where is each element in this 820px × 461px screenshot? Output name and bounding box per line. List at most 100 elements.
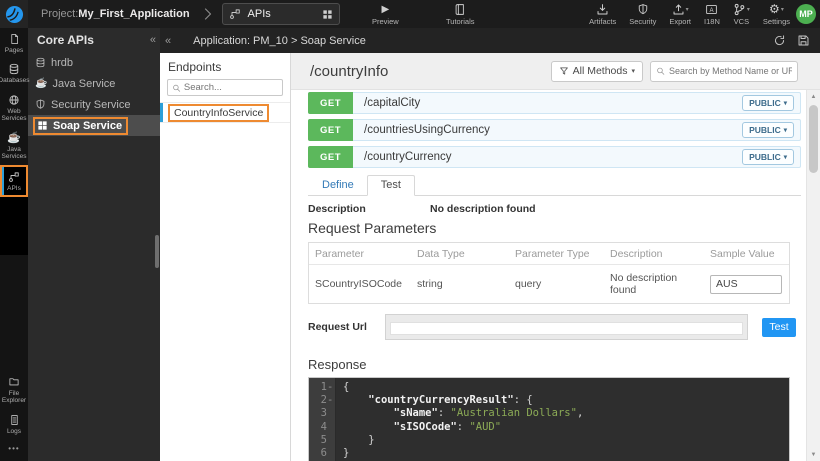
http-method-badge[interactable]: GET <box>308 92 353 114</box>
i18n-button[interactable]: A I18N <box>704 3 720 26</box>
method-search[interactable] <box>650 61 798 82</box>
access-dropdown[interactable]: PUBLIC▾ <box>742 95 794 111</box>
workspace-tab-label: APIs <box>248 8 271 20</box>
core-apis-title: Core APIs <box>37 33 94 47</box>
scroll-up-arrow[interactable]: ▲ <box>807 90 820 103</box>
description-value: No description found <box>430 203 536 215</box>
endpoints-search[interactable] <box>167 79 283 96</box>
security-label: Security <box>629 17 656 26</box>
workspace-tab-apis[interactable]: APIs <box>222 3 340 25</box>
export-button[interactable]: ▾ Export <box>669 3 691 26</box>
operation-row[interactable]: GET /capitalCity PUBLIC▾ <box>308 92 801 114</box>
vcs-label: VCS <box>734 17 749 26</box>
endpoint-label: CountryInfoService <box>168 104 269 122</box>
column-header: Parameter Type <box>509 243 604 264</box>
operation-row[interactable]: GET /countryCurrency PUBLIC▾ <box>308 146 801 168</box>
sidebar-item-apis[interactable]: APIs <box>0 165 28 197</box>
tab-test[interactable]: Test <box>367 175 415 196</box>
core-panel-scrollbar-thumb[interactable] <box>155 235 159 268</box>
fold-marker[interactable]: - <box>327 381 333 394</box>
test-button[interactable]: Test <box>762 318 796 337</box>
request-parameters-table: Parameter Data Type Parameter Type Descr… <box>308 242 790 304</box>
core-api-item-soap-service[interactable]: Soap Service <box>28 115 160 136</box>
app-logo[interactable] <box>0 0 28 28</box>
endpoints-search-input[interactable] <box>184 82 278 93</box>
search-icon <box>172 83 181 93</box>
search-icon <box>656 66 665 76</box>
access-label: PUBLIC <box>749 98 781 108</box>
caret-down-icon: ▾ <box>686 6 689 13</box>
scrollbar-thumb[interactable] <box>809 105 818 173</box>
operation-path: /capitalCity <box>364 97 420 109</box>
caret-down-icon: ▾ <box>784 153 787 161</box>
rail-label: Java Services <box>0 146 28 161</box>
core-api-item-security-service[interactable]: Security Service <box>28 94 160 115</box>
more-options-icon[interactable]: ••• <box>8 444 19 453</box>
api-icon <box>8 171 20 183</box>
caret-down-icon: ▾ <box>631 67 635 75</box>
soap-service-icon <box>37 120 48 131</box>
operation-path: /countriesUsingCurrency <box>364 124 490 136</box>
caret-down-icon: ▾ <box>781 6 784 13</box>
grid-menu-icon[interactable] <box>322 9 333 20</box>
method-search-input[interactable] <box>669 66 792 76</box>
sidebar-item-java-services[interactable]: ☕ Java Services <box>0 127 28 165</box>
response-title: Response <box>308 357 801 372</box>
sidebar-item-databases[interactable]: Databases <box>0 58 28 88</box>
api-icon <box>229 8 241 20</box>
main-scrollbar[interactable]: ▲ ▼ <box>806 90 820 461</box>
rail-label: Databases <box>0 77 30 84</box>
operation-row[interactable]: GET /countriesUsingCurrency PUBLIC▾ <box>308 119 801 141</box>
core-api-item-java-service[interactable]: ☕ Java Service <box>28 73 160 94</box>
http-method-badge[interactable]: GET <box>308 146 353 168</box>
endpoints-title: Endpoints <box>160 53 290 79</box>
access-label: PUBLIC <box>749 152 781 162</box>
shield-icon <box>637 3 649 16</box>
save-button[interactable] <box>797 34 810 47</box>
request-url-input[interactable] <box>390 322 743 335</box>
column-header: Data Type <box>411 243 509 264</box>
http-method-badge[interactable]: GET <box>308 119 353 141</box>
tutorials-button[interactable]: Tutorials <box>446 3 474 26</box>
gear-icon: ⚙ <box>769 3 780 16</box>
svg-text:A: A <box>710 7 715 14</box>
service-content: GET /capitalCity PUBLIC▾ GET /countriesU… <box>291 90 806 461</box>
fold-marker[interactable]: - <box>327 394 333 407</box>
collapse-panel-icon[interactable]: « <box>160 35 177 47</box>
settings-button[interactable]: ⚙ ▾ Settings <box>763 3 790 26</box>
core-api-label: hrdb <box>51 57 73 69</box>
core-apis-header: Core APIs « <box>28 28 160 52</box>
endpoint-item-countryinfoservice[interactable]: CountryInfoService <box>160 102 290 123</box>
page-icon <box>9 33 20 45</box>
methods-filter-dropdown[interactable]: All Methods ▾ <box>551 61 643 82</box>
response-code-editor: 1- 2- 3 4 5 6 { "countryCurrencyResult":… <box>308 377 790 461</box>
sidebar-item-pages[interactable]: Pages <box>0 28 28 58</box>
editor-gutter: 1- 2- 3 4 5 6 <box>309 378 336 461</box>
core-api-item-hrdb[interactable]: hrdb <box>28 52 160 73</box>
artifacts-button[interactable]: Artifacts <box>589 3 616 26</box>
access-dropdown[interactable]: PUBLIC▾ <box>742 122 794 138</box>
sidebar-item-logs[interactable]: Logs <box>0 409 28 439</box>
security-button[interactable]: Security <box>629 3 656 26</box>
refresh-icon <box>773 34 786 47</box>
sample-value-input[interactable] <box>710 275 782 294</box>
preview-button[interactable]: ▶ Preview <box>372 3 399 26</box>
rail-label: APIs <box>7 185 21 192</box>
application-bar: « Application: PM_10 > Soap Service <box>160 28 820 53</box>
request-url-label: Request Url <box>308 321 385 333</box>
vcs-button[interactable]: ▾ VCS <box>733 3 750 26</box>
collapse-panel-icon[interactable]: « <box>150 34 156 46</box>
refresh-button[interactable] <box>773 34 786 47</box>
caret-down-icon: ▾ <box>784 99 787 107</box>
scroll-down-arrow[interactable]: ▼ <box>807 448 820 461</box>
table-row: SCountryISOCode string query No descript… <box>309 265 789 303</box>
sidebar-item-file-explorer[interactable]: File Explorer <box>0 371 28 409</box>
sidebar-item-web-services[interactable]: Web Services <box>0 89 28 127</box>
description-cell: No description found <box>604 265 704 303</box>
tab-define[interactable]: Define <box>309 176 367 195</box>
save-icon <box>797 34 810 47</box>
access-dropdown[interactable]: PUBLIC▾ <box>742 149 794 165</box>
user-avatar[interactable]: MP <box>796 4 816 24</box>
application-breadcrumb: Application: PM_10 > Soap Service <box>193 35 366 47</box>
fold-marker <box>327 447 333 460</box>
